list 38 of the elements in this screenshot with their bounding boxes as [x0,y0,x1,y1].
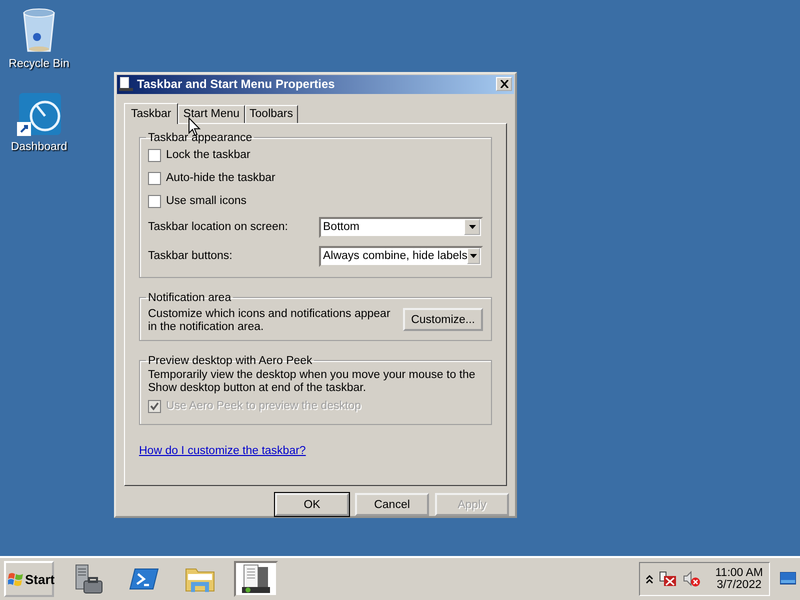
windows-logo-icon [8,572,24,586]
customize-button[interactable]: Customize... [403,308,483,332]
server-document-icon[interactable] [234,561,278,597]
start-button[interactable]: Start [4,561,54,597]
icon-label[interactable]: Dashboard [10,141,68,153]
checkbox-label[interactable]: Lock the taskbar [166,149,250,162]
clock-time[interactable]: 11:00 AM [715,567,763,579]
dropdown[interactable]: Always combine, hide labels [319,246,483,267]
tab[interactable]: Taskbar [124,102,178,124]
dropdown-label: Taskbar location on screen: [148,221,288,234]
chevron-up-icon[interactable] [646,574,654,584]
tab[interactable]: Toolbars [244,104,298,123]
window-icon [119,77,133,92]
help-link[interactable]: How do I customize the taskbar? [139,444,306,457]
description-text: Customize which icons and notifications appear in the notification area. [148,306,392,334]
dialog-button[interactable]: Cancel [355,493,429,516]
tab[interactable]: Start Menu [178,104,245,123]
checkbox[interactable] [148,148,161,162]
show-desktop-icon[interactable] [780,572,796,586]
speaker-muted-icon[interactable] [683,571,702,587]
network-error-icon[interactable] [659,571,678,587]
clock-date[interactable]: 3/7/2022 [716,579,762,591]
dropdown[interactable]: Bottom [319,216,483,238]
dialog-button[interactable]: OK [275,493,349,516]
checkbox[interactable] [148,194,161,208]
checkbox[interactable] [148,172,161,185]
description-text: Temporarily view the desktop when you move your mouse to the Show desktop button at end of the taskbar. [148,368,476,395]
group-title: Notification area [147,292,232,304]
close-icon[interactable] [500,80,508,88]
dropdown-label: Taskbar buttons: [148,250,232,262]
icon-label[interactable]: Recycle Bin [8,58,70,70]
close-button[interactable] [496,77,512,92]
checkbox-label[interactable]: Use small icons [166,195,247,208]
gauge-icon[interactable] [17,92,61,138]
window-title: Taskbar and Start Menu Properties [137,77,336,92]
group-title: Taskbar appearance [147,132,254,144]
group-title: Preview desktop with Aero Peek [147,354,314,367]
checkbox-label[interactable]: Auto-hide the taskbar [166,172,276,184]
